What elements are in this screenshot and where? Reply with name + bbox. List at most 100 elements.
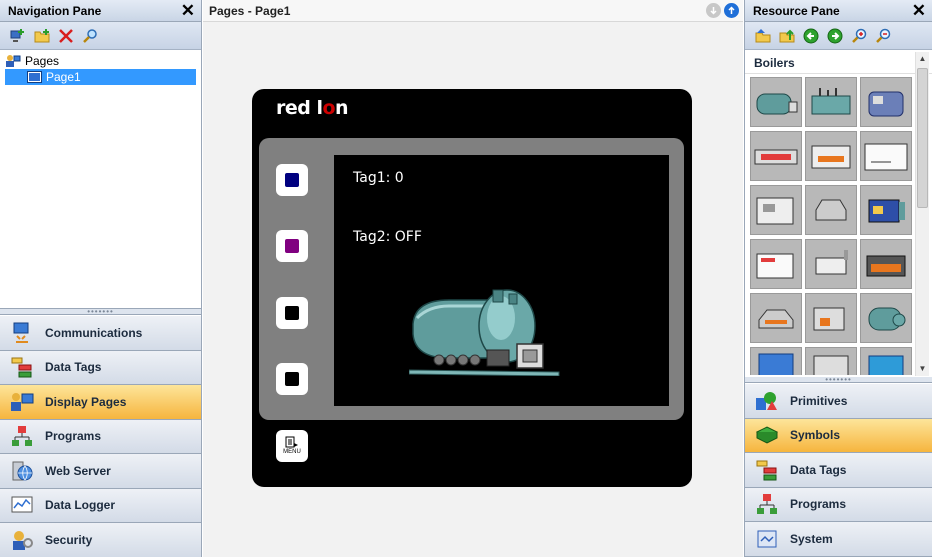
scroll-down-arrow-icon[interactable]: ▼ xyxy=(916,362,929,376)
new-folder-button[interactable] xyxy=(32,26,52,46)
symbol-thumbnail[interactable] xyxy=(805,239,857,289)
symbol-thumbnail[interactable] xyxy=(750,77,802,127)
display-screen[interactable]: Tag1: 0 Tag2: OFF xyxy=(334,155,669,406)
resource-forward-button[interactable] xyxy=(825,26,845,46)
menu-icon xyxy=(285,436,298,448)
navigate-down-button[interactable] xyxy=(706,3,721,18)
folder-up-icon xyxy=(779,29,795,42)
find-button[interactable] xyxy=(80,26,100,46)
close-navigation-pane-button[interactable]: ✕ xyxy=(181,1,195,21)
scrollbar-thumb[interactable] xyxy=(917,68,928,208)
navigation-splitter[interactable]: ••••••• xyxy=(0,307,201,315)
symbols-icon xyxy=(754,422,780,448)
section-res-data-tags[interactable]: Data Tags xyxy=(745,453,932,488)
function-key-2[interactable] xyxy=(276,230,308,262)
symbol-gallery-scrollbar[interactable]: ▲ ▼ xyxy=(915,52,929,376)
symbol-thumbnail[interactable] xyxy=(750,131,802,181)
symbol-thumbnail[interactable] xyxy=(860,77,912,127)
editor-title: Pages - Page1 xyxy=(209,4,291,18)
resource-home-button[interactable] xyxy=(753,26,773,46)
zoom-in-button[interactable] xyxy=(849,26,869,46)
data-tags-icon xyxy=(9,354,35,380)
display-pages-icon xyxy=(9,389,35,415)
resource-up-button[interactable] xyxy=(777,26,797,46)
symbol-thumbnail[interactable] xyxy=(805,77,857,127)
pages-tree: Pages Page1 xyxy=(0,50,201,309)
symbol-thumbnail[interactable] xyxy=(805,131,857,181)
resource-pane-header: Resource Pane ✕ xyxy=(745,0,932,22)
section-system-label: System xyxy=(790,531,833,546)
new-folder-icon xyxy=(34,28,50,42)
navigate-up-button[interactable] xyxy=(724,3,739,18)
resource-pane-title: Resource Pane xyxy=(753,4,840,18)
tree-item-pages[interactable]: Pages xyxy=(5,53,196,69)
home-folder-icon xyxy=(755,28,771,42)
resource-back-button[interactable] xyxy=(801,26,821,46)
close-resource-pane-button[interactable]: ✕ xyxy=(912,1,926,21)
security-icon xyxy=(9,527,35,553)
section-system[interactable]: System xyxy=(745,522,932,557)
section-web-server[interactable]: Web Server xyxy=(0,454,201,489)
symbol-thumbnail[interactable] xyxy=(860,131,912,181)
programs-icon xyxy=(754,491,780,517)
function-key-4[interactable] xyxy=(276,363,308,395)
web-server-icon xyxy=(9,458,35,484)
editor-header: Pages - Page1 xyxy=(203,0,743,22)
section-data-logger[interactable]: Data Logger xyxy=(0,488,201,523)
arrow-up-icon xyxy=(728,6,735,14)
function-key-3-indicator xyxy=(285,306,299,320)
symbol-thumbnail[interactable] xyxy=(750,293,802,343)
symbol-thumbnail[interactable] xyxy=(750,185,802,235)
symbol-thumbnail[interactable] xyxy=(860,347,912,375)
tag1-display[interactable]: Tag1: 0 xyxy=(353,170,404,186)
zoom-in-icon xyxy=(852,28,867,43)
section-programs-label: Programs xyxy=(45,429,102,444)
tree-item-page1[interactable]: Page1 xyxy=(5,69,196,85)
section-symbols[interactable]: Symbols xyxy=(745,418,932,453)
delete-icon xyxy=(59,28,73,43)
arrow-down-icon xyxy=(710,7,717,15)
navigation-pane: Navigation Pane ✕ Pages Page1 ••••••• Co… xyxy=(0,0,202,557)
function-key-4-indicator xyxy=(285,372,299,386)
tag2-display[interactable]: Tag2: OFF xyxy=(353,229,422,245)
symbol-thumbnail[interactable] xyxy=(860,293,912,343)
symbol-thumbnail[interactable] xyxy=(805,185,857,235)
section-res-programs[interactable]: Programs xyxy=(745,487,932,522)
symbol-thumbnail[interactable] xyxy=(805,293,857,343)
boiler-symbol[interactable] xyxy=(409,288,565,376)
section-display-pages-label: Display Pages xyxy=(45,394,127,409)
section-security-label: Security xyxy=(45,532,93,547)
section-display-pages[interactable]: Display Pages xyxy=(0,385,201,420)
symbol-category-label: Boilers xyxy=(745,52,932,74)
zoom-out-icon xyxy=(876,28,891,43)
section-res-programs-label: Programs xyxy=(790,497,847,512)
data-logger-icon xyxy=(9,492,35,518)
delete-button[interactable] xyxy=(56,26,76,46)
new-page-button[interactable] xyxy=(8,26,28,46)
function-key-1[interactable] xyxy=(276,164,308,196)
section-communications[interactable]: Communications xyxy=(0,316,201,351)
symbol-thumbnail[interactable] xyxy=(860,239,912,289)
section-primitives[interactable]: Primitives xyxy=(745,384,932,419)
symbol-thumbnail[interactable] xyxy=(750,347,802,375)
programs-icon xyxy=(9,423,35,449)
function-key-1-indicator xyxy=(285,173,299,187)
primitives-icon xyxy=(754,388,780,414)
symbol-thumbnail[interactable] xyxy=(750,239,802,289)
magnifier-icon xyxy=(83,28,97,43)
symbol-thumbnail[interactable] xyxy=(860,185,912,235)
section-security[interactable]: Security xyxy=(0,523,201,557)
navigation-sections: Communications Data Tags Display Pages P… xyxy=(0,316,201,557)
menu-key[interactable]: MENU xyxy=(276,430,308,462)
scroll-up-arrow-icon[interactable]: ▲ xyxy=(916,52,929,66)
page-icon xyxy=(27,71,42,83)
navigation-pane-header: Navigation Pane ✕ xyxy=(0,0,201,22)
zoom-out-button[interactable] xyxy=(873,26,893,46)
symbol-thumbnail[interactable] xyxy=(805,347,857,375)
section-data-tags-label: Data Tags xyxy=(45,360,102,375)
section-programs[interactable]: Programs xyxy=(0,419,201,454)
function-key-3[interactable] xyxy=(276,297,308,329)
resource-splitter[interactable]: ••••••• xyxy=(745,375,932,383)
section-data-tags[interactable]: Data Tags xyxy=(0,350,201,385)
section-communications-label: Communications xyxy=(45,325,143,340)
